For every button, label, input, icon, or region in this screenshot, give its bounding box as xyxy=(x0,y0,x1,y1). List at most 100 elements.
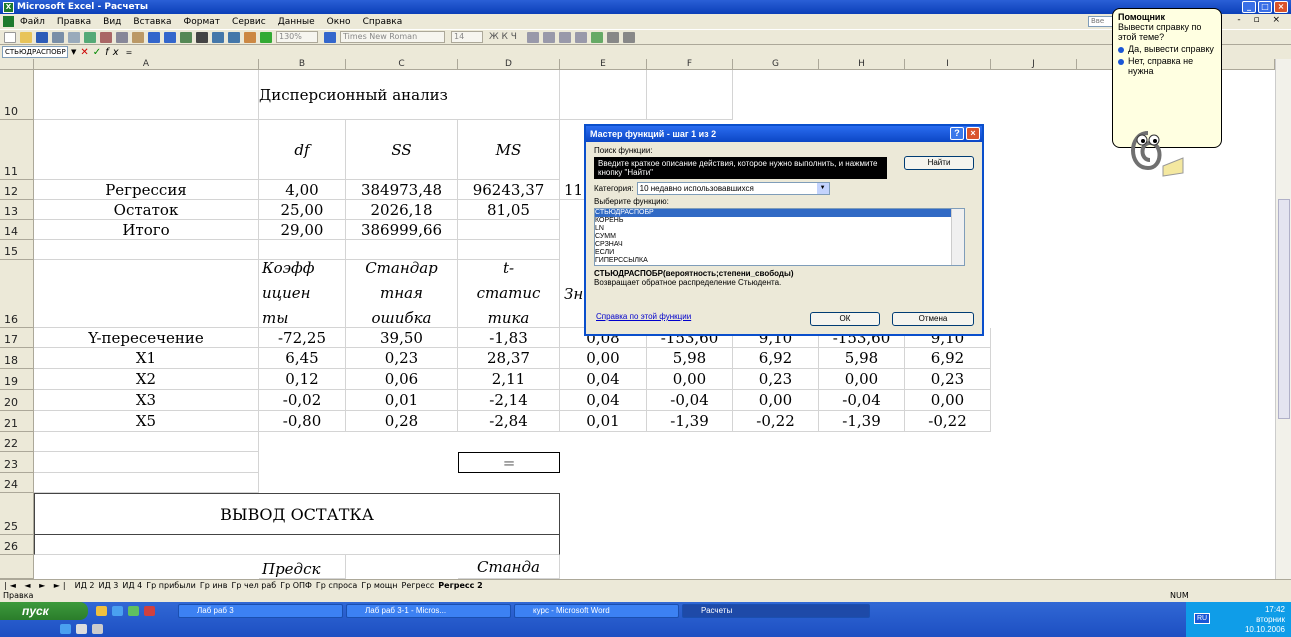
taskbar-item[interactable]: курс - Microsoft Word xyxy=(514,604,679,618)
cell-C20[interactable]: 0,01 xyxy=(346,390,458,411)
menu-window[interactable]: Окно xyxy=(327,17,351,27)
cell-H21[interactable]: -1,39 xyxy=(819,411,905,432)
spelling-icon[interactable] xyxy=(84,31,96,43)
row-header[interactable]: 15 xyxy=(0,240,34,260)
cell-C14[interactable]: 386999,66 xyxy=(346,220,458,240)
row-header[interactable]: 13 xyxy=(0,200,34,220)
cell-H18[interactable]: 5,98 xyxy=(819,348,905,369)
cell-E19[interactable]: 0,04 xyxy=(560,369,647,390)
sheet-tab[interactable]: Регресс xyxy=(402,581,435,590)
maximize-button[interactable]: □ xyxy=(1258,1,1272,13)
find-button[interactable]: Найти xyxy=(904,156,974,170)
cell-A10[interactable] xyxy=(34,70,259,120)
quicklaunch-icon[interactable] xyxy=(112,606,123,616)
row-header[interactable]: 10 xyxy=(0,70,34,120)
quicklaunch-icon[interactable] xyxy=(128,606,139,616)
menu-view[interactable]: Вид xyxy=(103,17,121,27)
sheet-tab[interactable]: Гр инв xyxy=(200,581,228,590)
function-list[interactable]: СТЬЮДРАСПОБР КОРЕНЬ LN СУММ СРЗНАЧ ЕСЛИ … xyxy=(594,208,965,266)
row-header[interactable]: 20 xyxy=(0,390,34,411)
cell-B15[interactable] xyxy=(259,240,346,260)
format-bold-italic-underline[interactable]: Ж К Ч xyxy=(489,32,517,42)
menu-edit[interactable]: Правка xyxy=(57,17,91,27)
cell-D10[interactable] xyxy=(458,70,560,120)
cell-A24[interactable] xyxy=(34,473,259,493)
taskbar-item[interactable]: Лаб раб 3-1 - Micros... xyxy=(346,604,511,618)
font-select[interactable]: Times New Roman xyxy=(340,31,445,43)
cell-E18[interactable]: 0,00 xyxy=(560,348,647,369)
col-header-A[interactable]: A xyxy=(34,59,259,70)
cell-C15[interactable] xyxy=(346,240,458,260)
new-icon[interactable] xyxy=(4,31,16,43)
cell-C13[interactable]: 2026,18 xyxy=(346,200,458,220)
cell-B19[interactable]: 0,12 xyxy=(259,369,346,390)
cell-F19[interactable]: 0,00 xyxy=(647,369,733,390)
row-header[interactable]: 21 xyxy=(0,411,34,432)
cell-A13[interactable]: Остаток xyxy=(34,200,259,220)
preview-icon[interactable] xyxy=(68,31,80,43)
row-header[interactable]: 23 xyxy=(0,452,34,473)
col-header-C[interactable]: C xyxy=(346,59,458,70)
cell-A19[interactable]: X2 xyxy=(34,369,259,390)
sheet-tab[interactable]: Гр спроса xyxy=(316,581,357,590)
assistant-option-no[interactable]: Нет, справка не нужна xyxy=(1118,56,1216,76)
row-header[interactable]: 11 xyxy=(0,120,34,180)
cell-C21[interactable]: 0,28 xyxy=(346,411,458,432)
col-header-B[interactable]: B xyxy=(259,59,346,70)
align-right-icon[interactable] xyxy=(558,31,571,43)
cell-B18[interactable]: 6,45 xyxy=(259,348,346,369)
cell-B11[interactable]: df xyxy=(259,120,346,180)
row-header[interactable]: 17 xyxy=(0,328,34,348)
help-on-function-link[interactable]: Справка по этой функции xyxy=(596,312,691,321)
cell-A12[interactable]: Регрессия xyxy=(34,180,259,200)
cell-D20[interactable]: -2,14 xyxy=(458,390,560,411)
cell-A21[interactable]: X5 xyxy=(34,411,259,432)
function-list-item[interactable]: ГИПЕРССЫЛКА xyxy=(595,257,964,265)
open-icon[interactable] xyxy=(20,31,32,43)
drawing-icon[interactable] xyxy=(260,31,272,43)
hyperlink-icon[interactable] xyxy=(180,31,192,43)
cut-icon[interactable] xyxy=(100,31,112,43)
copy-icon[interactable] xyxy=(116,31,128,43)
cell-B14[interactable]: 29,00 xyxy=(259,220,346,240)
dialog-help-button[interactable]: ? xyxy=(950,127,964,140)
col-header-J[interactable]: J xyxy=(991,59,1077,70)
sheet-nav-buttons[interactable]: |◄ ◄ ► ►| xyxy=(4,581,69,590)
quicklaunch-icon[interactable] xyxy=(96,606,107,616)
row-header[interactable]: 26 xyxy=(0,535,34,555)
cell-B13[interactable]: 25,00 xyxy=(259,200,346,220)
scrollbar-thumb[interactable] xyxy=(1278,199,1290,419)
cell-A22[interactable] xyxy=(34,432,259,452)
name-box[interactable]: СТЬЮДРАСПОБР xyxy=(2,46,68,58)
percent-icon[interactable] xyxy=(606,31,619,43)
cell-I18[interactable]: 6,92 xyxy=(905,348,991,369)
cell-B17[interactable]: -72,25 xyxy=(259,328,346,348)
dialog-title-bar[interactable]: Мастер функций - шаг 1 из 2 ? × xyxy=(586,126,982,142)
cell-C18[interactable]: 0,23 xyxy=(346,348,458,369)
cell-D27[interactable]: Станда xyxy=(458,555,560,579)
row-header[interactable]: 19 xyxy=(0,369,34,390)
chevron-down-icon[interactable]: ▼ xyxy=(816,183,829,194)
sheet-tab[interactable]: Гр мощн xyxy=(361,581,397,590)
quicklaunch-icon[interactable] xyxy=(76,624,87,634)
taskbar-item-active[interactable]: Расчеты xyxy=(682,604,870,618)
cell-A18[interactable]: X1 xyxy=(34,348,259,369)
row-header[interactable]: 12 xyxy=(0,180,34,200)
paperclip-assistant-icon[interactable] xyxy=(1118,128,1188,178)
cell-A14[interactable]: Итого xyxy=(34,220,259,240)
row-header[interactable] xyxy=(0,555,34,579)
cancel-button[interactable]: Отмена xyxy=(892,312,974,326)
cell-A15[interactable] xyxy=(34,240,259,260)
save-icon[interactable] xyxy=(36,31,48,43)
col-header-E[interactable]: E xyxy=(560,59,647,70)
currency-icon[interactable] xyxy=(590,31,603,43)
cancel-entry-icon[interactable]: ✕ xyxy=(80,47,92,58)
paste-icon[interactable] xyxy=(132,31,144,43)
cell-I19[interactable]: 0,23 xyxy=(905,369,991,390)
cell-D21[interactable]: -2,84 xyxy=(458,411,560,432)
minimize-button[interactable]: _ xyxy=(1242,1,1256,13)
row-header[interactable]: 25 xyxy=(0,493,34,535)
row-header[interactable]: 24 xyxy=(0,473,34,493)
cell-E21[interactable]: 0,01 xyxy=(560,411,647,432)
vertical-scrollbar[interactable] xyxy=(1275,59,1291,579)
